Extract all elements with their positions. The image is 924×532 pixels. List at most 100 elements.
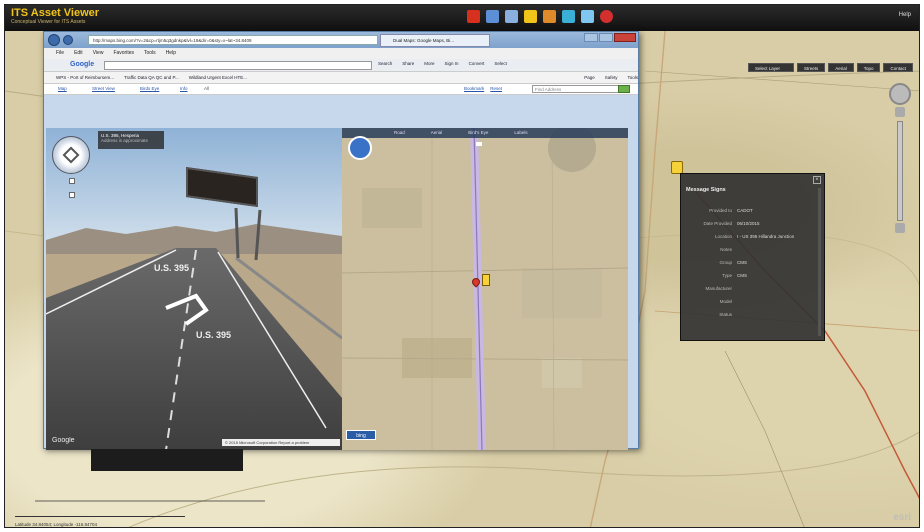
tab-map[interactable]: Map xyxy=(58,86,67,91)
popup-value xyxy=(737,286,821,299)
popup-key: Manufacturer xyxy=(705,286,732,291)
browser-tab[interactable]: Dual Maps: Google Maps, Bi... xyxy=(380,34,490,47)
popup-key: Model xyxy=(719,299,732,304)
window-controls xyxy=(584,33,636,42)
maximize-button[interactable] xyxy=(599,33,613,42)
compass-icon[interactable] xyxy=(52,136,90,174)
pencil-icon[interactable] xyxy=(524,10,537,23)
stop-icon[interactable] xyxy=(600,10,613,23)
layers-icon[interactable] xyxy=(486,10,499,23)
tab-all[interactable]: All xyxy=(204,86,209,91)
sign-pin-icon[interactable] xyxy=(482,274,490,286)
tab-birds-eye[interactable]: Birds Eye xyxy=(140,86,159,91)
menu-item-help[interactable]: Help xyxy=(166,48,176,59)
menu-item-tools[interactable]: Tools xyxy=(144,48,156,59)
measure-icon[interactable] xyxy=(562,10,575,23)
popup-key: Date Provided xyxy=(703,221,732,226)
popup-value xyxy=(737,312,821,325)
pan-icon[interactable] xyxy=(889,83,911,105)
forward-button[interactable] xyxy=(63,35,73,45)
popup-value: CADOT xyxy=(737,208,753,213)
esri-logo: esri xyxy=(893,512,911,523)
aerial-tab-aerial[interactable]: Aerial xyxy=(431,128,443,138)
road-marking-1: U.S. 395 xyxy=(154,263,190,273)
popup-key: Provided to xyxy=(709,208,732,213)
app-header: ITS Asset Viewer Conceptual Viewer for I… xyxy=(5,5,919,31)
zoom-in-button[interactable] xyxy=(895,107,905,117)
popup-title: Message Signs xyxy=(686,187,726,193)
popup-row: Group CMS xyxy=(681,260,821,273)
google-search-input[interactable] xyxy=(104,61,372,70)
aerial-nav-icon[interactable] xyxy=(348,136,372,160)
tab-select-layer[interactable]: Select Layer xyxy=(747,63,794,72)
tab-street-view[interactable]: Street View xyxy=(92,86,115,91)
aerial-status: © 2015 Microsoft Corporation Report a pr… xyxy=(222,439,340,446)
popup-key: Group xyxy=(719,260,732,265)
toolbar xyxy=(467,10,613,23)
back-button[interactable] xyxy=(48,34,60,46)
favbar-spacer xyxy=(257,72,574,83)
google-item-share[interactable]: Share xyxy=(402,61,414,66)
favorite-link[interactable]: Traffic Data QA QC and P... xyxy=(124,72,179,83)
favorite-link[interactable]: Wildland Urgent Excel HTE... xyxy=(189,72,247,83)
popup-row: Notes xyxy=(681,247,821,260)
favorite-link[interactable]: WPS - Port of Reimbursem... xyxy=(56,72,114,83)
popup-row: Status xyxy=(681,312,821,325)
google-item-select[interactable]: Select xyxy=(494,61,507,66)
popup-value: I - US 395 Hillandra Junction xyxy=(737,234,795,239)
aerial-map-panel[interactable]: Road Aerial Bird's Eye Labels bing xyxy=(342,128,628,450)
tab-aerial[interactable]: Aerial xyxy=(828,63,854,72)
aerial-tab-road[interactable]: Road xyxy=(394,128,405,138)
popup-attributes: Provided to CADOT Date Provided 06/10/2015 L… xyxy=(681,208,821,325)
popup-key: Type xyxy=(722,273,732,278)
popup-key: Location xyxy=(714,234,732,239)
google-item-convert[interactable]: Convert xyxy=(469,61,485,66)
flag-icon[interactable] xyxy=(467,10,480,23)
street-zoom-out-button[interactable] xyxy=(69,192,75,198)
tab-info[interactable]: Info xyxy=(180,86,188,91)
command-tools[interactable]: Tools xyxy=(627,72,638,83)
menu-item-view[interactable]: View xyxy=(93,48,104,59)
menu-item-file[interactable]: File xyxy=(56,48,64,59)
popup-row: Manufacturer xyxy=(681,286,821,299)
street-zoom-control xyxy=(69,178,75,218)
table-icon[interactable] xyxy=(505,10,518,23)
basemap-tabs: Select Layer Streets Aerial Topo Contact xyxy=(747,63,913,72)
tab-streets[interactable]: Streets xyxy=(796,63,826,72)
aerial-tab-labels[interactable]: Labels xyxy=(514,128,527,138)
street-view-panel[interactable]: U.S. 395 U.S. 395 U.S. 395, Hesperia Add… xyxy=(46,128,342,450)
tab-topo[interactable]: Topo xyxy=(856,63,881,72)
bookmark-link[interactable]: Bookmark xyxy=(464,86,484,91)
zoom-slider[interactable] xyxy=(897,121,903,221)
zoom-out-button[interactable] xyxy=(895,223,905,233)
street-location-sub: Address is approximate xyxy=(101,138,149,143)
menu-item-favorites[interactable]: Favorites xyxy=(113,48,134,59)
popup-value: CMS xyxy=(737,273,747,278)
help-link[interactable]: Help xyxy=(899,12,911,18)
reset-link[interactable]: Reset xyxy=(490,86,502,91)
google-item-more[interactable]: More xyxy=(424,61,434,66)
google-item-sign-in[interactable]: Sign In xyxy=(445,61,459,66)
google-item-search[interactable]: Search xyxy=(378,61,392,66)
tab-contact[interactable]: Contact xyxy=(883,63,913,72)
coordinate-readout: Latitude 34.84054; Longitude -116.84704 xyxy=(15,522,97,527)
street-zoom-in-button[interactable] xyxy=(69,178,75,184)
window-close-button[interactable] xyxy=(614,33,636,42)
address-bar[interactable]: http://maps.bing.com/?v=2&cp=rtjm5q3gdnk… xyxy=(88,35,378,45)
minimize-button[interactable] xyxy=(584,33,598,42)
aerial-tab-bird-s-eye[interactable]: Bird's Eye xyxy=(468,128,488,138)
popup-value: CMS xyxy=(737,260,747,265)
find-address-input[interactable]: Find Address xyxy=(532,85,620,93)
command-safety[interactable]: Safety xyxy=(605,72,618,83)
popup-value: 06/10/2015 xyxy=(737,221,760,226)
bing-logo: bing xyxy=(346,430,376,440)
command-page[interactable]: Page xyxy=(584,72,595,83)
close-icon[interactable]: × xyxy=(813,176,821,184)
camera-icon[interactable] xyxy=(581,10,594,23)
globe-icon[interactable] xyxy=(543,10,556,23)
popup-key: Status xyxy=(719,312,732,317)
menu-item-edit[interactable]: Edit xyxy=(74,48,83,59)
go-button[interactable] xyxy=(618,85,630,93)
google-toolbar-logo: Google xyxy=(70,61,95,68)
browser-window: http://maps.bing.com/?v=2&cp=rtjm5q3gdnk… xyxy=(43,31,639,450)
